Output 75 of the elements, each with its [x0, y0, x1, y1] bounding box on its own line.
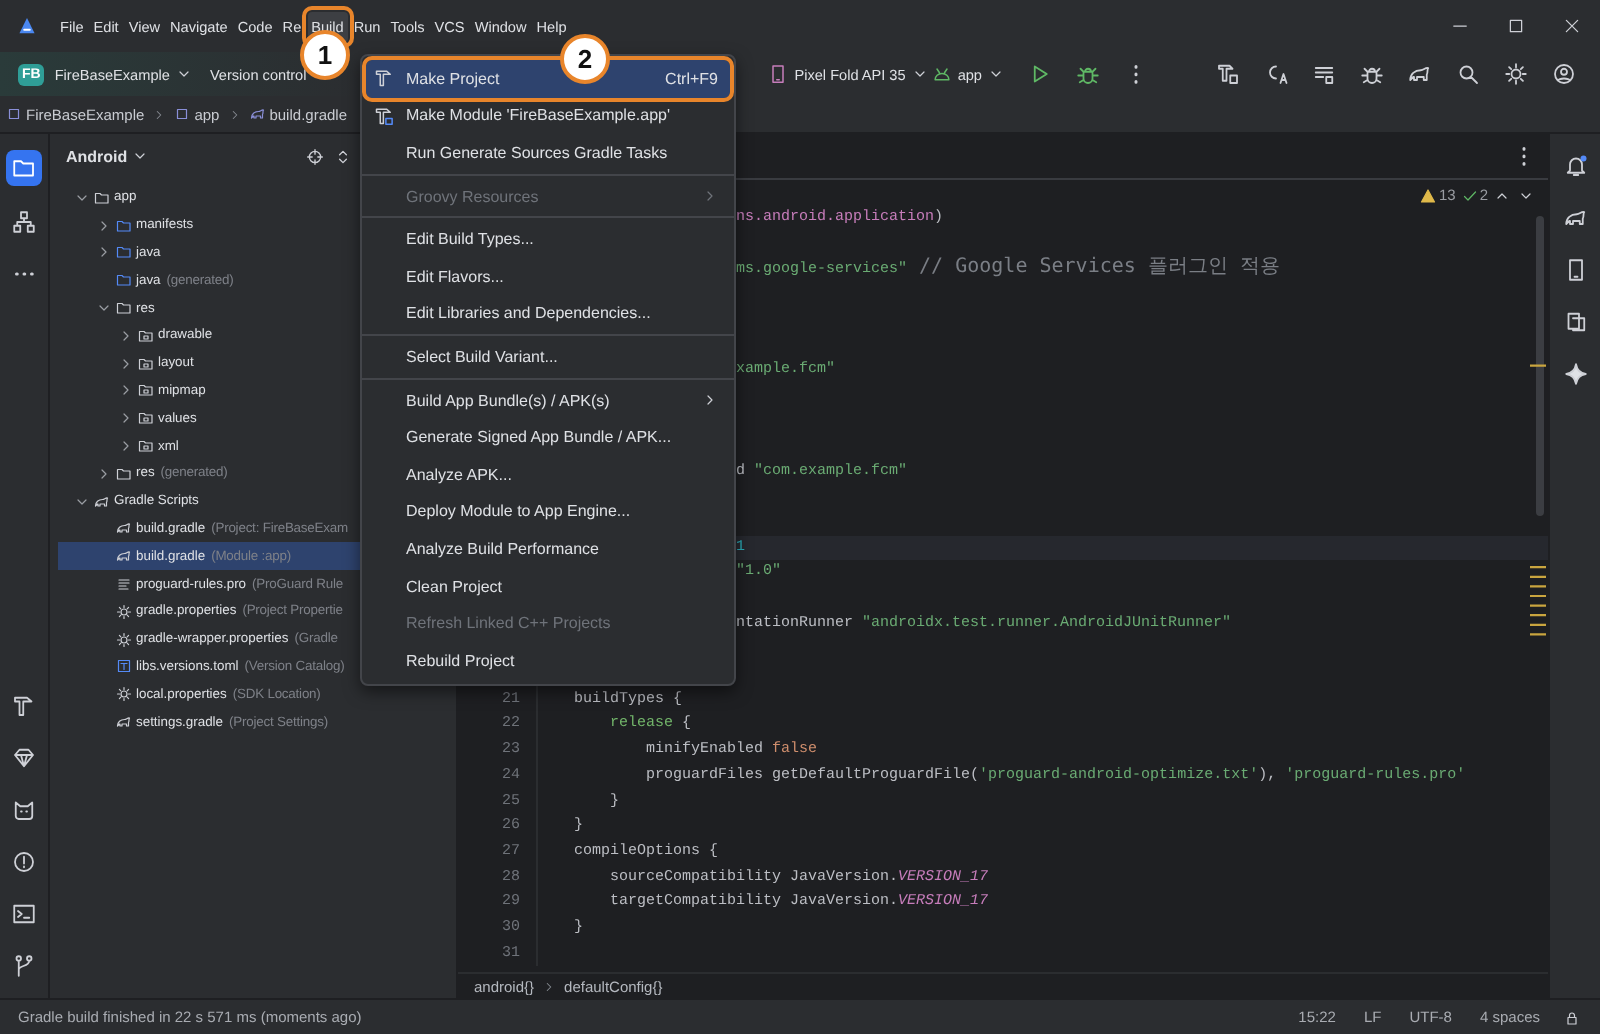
menu-item[interactable]: Edit Libraries and Dependencies... [366, 295, 730, 333]
menu-item[interactable]: Generate Signed App Bundle / APK... [366, 418, 730, 456]
android-icon [931, 64, 952, 84]
sparkle-icon[interactable] [1559, 358, 1591, 390]
chevron-right-icon [152, 107, 167, 121]
square-icon [6, 106, 22, 122]
chevron-down-icon [911, 66, 928, 82]
chevron-icon[interactable] [96, 465, 112, 482]
structure-icon[interactable] [8, 206, 40, 238]
maximize-icon[interactable] [1506, 16, 1526, 36]
close-icon[interactable] [1562, 16, 1582, 36]
folder-icon [138, 327, 154, 344]
chevron-right-icon [542, 979, 557, 993]
bug-icon[interactable] [1360, 62, 1384, 86]
gear-icon [116, 686, 132, 703]
chevron-down-icon [175, 66, 192, 82]
chevron-down-icon [131, 148, 148, 164]
target-icon[interactable] [306, 147, 324, 165]
translate-icon[interactable] [1264, 62, 1288, 86]
menu-item[interactable]: Edit Flavors... [366, 257, 730, 296]
lock-icon[interactable] [1564, 1009, 1580, 1025]
menu-item[interactable]: Select Build Variant... [366, 338, 730, 376]
step-number-badge: 2 [560, 34, 610, 84]
folder-icon [138, 438, 154, 455]
folder-icon [138, 355, 154, 372]
chevron-right-icon [227, 107, 242, 121]
resource-folder-icon [116, 300, 132, 317]
chevron-icon[interactable] [118, 355, 134, 372]
run-icon[interactable] [1028, 62, 1052, 86]
gear-icon [116, 631, 132, 648]
menu-item[interactable]: Edit Build Types... [366, 220, 730, 258]
account-icon[interactable] [1552, 62, 1576, 86]
app-logo-icon [16, 15, 38, 37]
chevron-icon[interactable] [96, 217, 112, 234]
hammer-icon [374, 68, 394, 89]
chevron-down-icon [988, 66, 1004, 82]
menu-item[interactable]: Build App Bundle(s) / APK(s) [366, 381, 730, 419]
search-icon[interactable] [1456, 62, 1480, 86]
toml-file-icon [116, 658, 132, 675]
hammer-icon [374, 105, 394, 126]
chevron-icon[interactable] [96, 244, 112, 261]
square-icon [174, 106, 191, 122]
alert-icon[interactable] [8, 846, 40, 878]
menu-item[interactable]: Run Generate Sources Gradle Tasks [366, 134, 730, 172]
device-icon [768, 64, 789, 84]
menu-item[interactable]: Clean Project [366, 567, 730, 605]
elephant-icon [94, 493, 110, 510]
elephant-icon [249, 106, 266, 122]
chevron-icon[interactable] [118, 327, 134, 344]
gear-icon [116, 603, 132, 620]
resource-folder-icon [116, 465, 132, 482]
settings-icon[interactable] [1504, 62, 1528, 86]
elephant-icon [116, 520, 132, 537]
list-icon[interactable] [1312, 62, 1336, 86]
warning-icon [1420, 187, 1437, 203]
chevron-icon[interactable] [118, 438, 134, 455]
project-view-selector[interactable]: Android [66, 147, 128, 165]
scrollbar-thumb[interactable] [1536, 216, 1544, 516]
menu-item[interactable]: Deploy Module to App Engine... [366, 493, 730, 531]
elephant-icon[interactable] [1408, 62, 1432, 86]
elephant-icon [116, 548, 132, 565]
check-icon [1461, 187, 1478, 203]
expand-collapse-icon[interactable] [334, 147, 352, 165]
menu-item[interactable]: Make Module 'FireBaseExample.app' [366, 97, 730, 135]
elephant-icon [116, 714, 132, 731]
menu-item[interactable]: Rebuild Project [366, 641, 730, 679]
text-file-icon [116, 576, 132, 593]
menu-item[interactable]: Analyze APK... [366, 455, 730, 494]
chevron-icon[interactable] [118, 410, 134, 427]
bug-icon[interactable] [1076, 62, 1100, 86]
folder-icon [138, 382, 154, 399]
module-folder-icon [94, 189, 110, 206]
folder-icon[interactable] [6, 150, 42, 186]
folder-icon [138, 410, 154, 427]
chevron-icon[interactable] [118, 382, 134, 399]
